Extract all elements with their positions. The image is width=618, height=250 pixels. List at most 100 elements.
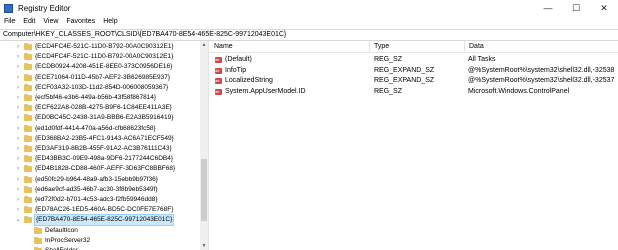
title-bar: Registry Editor — ☐ ✕ <box>0 0 618 18</box>
chevron-right-icon[interactable]: › <box>15 73 21 83</box>
value-row[interactable]: LocalizedString REG_EXPAND_SZ @%SystemRoot… <box>210 76 618 86</box>
menu-view[interactable]: View <box>39 17 62 25</box>
value-name[interactable]: System.AppUserModel.ID <box>225 87 367 97</box>
chevron-right-icon[interactable]: › <box>15 113 21 123</box>
key-tree-pane[interactable]: › {ECD4FC4E-521C-11D0-B792-00A0C90312E1} ›… <box>0 41 209 250</box>
folder-icon <box>24 73 32 81</box>
chevron-right-icon[interactable]: › <box>15 195 21 205</box>
tree-key-label[interactable]: {ECE71064-011D-45b7-AEF2-3B626985E937} <box>35 73 170 83</box>
string-value-icon <box>215 55 222 65</box>
chevron-right-icon[interactable]: › <box>15 62 21 72</box>
scrollbar-thumb[interactable] <box>201 159 207 221</box>
value-type: REG_SZ <box>374 56 403 63</box>
menu-edit[interactable]: Edit <box>19 17 39 25</box>
folder-icon <box>24 134 32 142</box>
tree-scrollbar[interactable]: ▲ ▼ <box>200 41 208 250</box>
value-row[interactable]: System.AppUserModel.ID REG_SZ Microsoft.Wi… <box>210 87 618 97</box>
folder-icon <box>24 155 32 163</box>
menu-favorites[interactable]: Favorites <box>62 17 99 25</box>
tree-key-label[interactable]: {ed72f0d2-b701-4c53-adc3-f2fb59946dd8} <box>35 195 158 205</box>
value-data: @%SystemRoot%\system32\shell32.dll,-3253… <box>468 66 615 74</box>
header-divider <box>210 52 618 53</box>
registry-app-icon <box>4 4 13 13</box>
tree-key-label[interactable]: {ED3AF319-8B2B-455F-91A2-AC3B76111C43} <box>35 144 172 154</box>
folder-icon <box>24 94 32 101</box>
tree-key-label[interactable]: {ECF622A8-028B-4275-B9F6-1C84EE411A3E} <box>35 103 172 113</box>
value-name[interactable]: LocalizedString <box>225 76 367 86</box>
maximize-button[interactable]: ☐ <box>562 0 590 17</box>
chevron-right-icon[interactable]: › <box>15 103 21 113</box>
scroll-down-arrow-icon[interactable]: ▼ <box>200 242 208 250</box>
folder-icon <box>24 196 32 203</box>
tree-key-label[interactable]: InProcServer32 <box>45 236 90 246</box>
chevron-right-icon[interactable]: › <box>15 144 21 154</box>
tree-key-label[interactable]: {ECD4FC4F-521C-11D0-B792-00A0C90312E1} <box>35 52 173 62</box>
folder-icon <box>24 145 32 152</box>
chevron-right-icon[interactable]: › <box>15 175 21 185</box>
value-row[interactable]: (Default) REG_SZ All Tasks <box>210 55 618 65</box>
value-name[interactable]: (Default) <box>225 55 367 65</box>
chevron-right-icon[interactable]: › <box>15 205 21 215</box>
value-data: Microsoft.Windows.ControlPanel <box>468 87 570 95</box>
chevron-down-icon[interactable]: ⌄ <box>15 215 21 225</box>
chevron-right-icon[interactable]: › <box>15 185 21 195</box>
column-header-name[interactable]: Name <box>210 41 370 52</box>
value-type: REG_EXPAND_SZ <box>374 66 435 74</box>
tree-key-label[interactable]: DefaultIcon <box>45 226 78 236</box>
chevron-right-icon[interactable]: › <box>15 83 21 93</box>
folder-icon <box>24 53 32 61</box>
tree-key-label[interactable]: {ECF03A32-103D-11d2-854D-006008059367} <box>35 83 168 93</box>
tree-key-label[interactable]: {ED4B1828-CD88-460F-AEFF-3D63FC8BBF68} <box>35 164 175 174</box>
chevron-right-icon[interactable]: › <box>15 42 21 52</box>
folder-icon <box>24 175 32 183</box>
tree-key-label[interactable]: {ecf5bf46-e3b6-449a-b56b-43f58f867814} <box>35 93 156 103</box>
chevron-right-icon[interactable]: › <box>15 93 21 103</box>
tree-key-label[interactable]: {ed50fc29-b964-48a9-afb3-15ebb9b97f36} <box>35 175 158 185</box>
folder-icon <box>24 185 32 193</box>
folder-icon <box>34 226 42 234</box>
folder-icon <box>24 43 32 50</box>
folder-icon <box>24 206 32 214</box>
values-pane[interactable]: Name Type Data (Default) REG_SZ All Tasks I… <box>210 41 618 250</box>
tree-key-label[interactable]: {ed1d0fdf-4414-470a-a56d-cfb68623fc58} <box>35 124 156 134</box>
folder-icon <box>24 114 32 122</box>
chevron-right-icon[interactable]: › <box>15 164 21 174</box>
menu-bar: File Edit View Favorites Help <box>0 17 618 29</box>
string-value-icon <box>215 66 222 76</box>
column-header-data[interactable]: Data <box>465 41 618 52</box>
chevron-right-icon[interactable]: › <box>15 154 21 164</box>
folder-icon <box>24 165 32 173</box>
value-row[interactable]: InfoTip REG_EXPAND_SZ @%SystemRoot%\system… <box>210 66 618 76</box>
menu-help[interactable]: Help <box>99 17 121 25</box>
tree-key-label[interactable]: {ED7BA470-8E54-465E-825C-99712043E01C} <box>33 214 175 227</box>
address-bar[interactable]: Computer\HKEY_CLASSES_ROOT\CLSID\{ED7BA4… <box>0 29 618 41</box>
tree-key-label[interactable]: {ED368BA2-23B5-4FC1-9143-AC6A71ECF549} <box>35 134 174 144</box>
tree-key-label[interactable]: ShellFolder <box>45 246 78 250</box>
chevron-right-icon[interactable]: › <box>15 124 21 134</box>
tree-key-label[interactable]: {ECD4FC4E-521C-11D0-B792-00A0C90312E1} <box>35 42 174 52</box>
folder-icon <box>24 216 32 224</box>
tree-key-label[interactable]: {ED43BB3C-09E9-498a-9DF6-2177244C6DB4} <box>35 154 173 164</box>
tree-key-label[interactable]: {ed6ae9cf-ad35-46b7-ac30-3f8b9eb5349f} <box>35 185 158 195</box>
folder-icon <box>34 236 42 244</box>
tree-key-label[interactable]: {ED78AC26-1ED5-460A-BD5C-DC0FE7E768F} <box>35 205 173 215</box>
tree-key-label[interactable]: {ECDB0924-4208-451E-8EE0-373C0956DE16} <box>35 62 172 72</box>
column-header-type[interactable]: Type <box>370 41 465 52</box>
tree-key-label[interactable]: {ED0BC45C-2438-31A9-BBB6-E2A3B5916419} <box>35 113 173 123</box>
minimize-button[interactable]: — <box>534 0 562 17</box>
chevron-right-icon[interactable]: › <box>15 134 21 144</box>
value-data: All Tasks <box>468 56 496 63</box>
folder-icon <box>24 63 32 71</box>
address-path[interactable]: Computer\HKEY_CLASSES_ROOT\CLSID\{ED7BA4… <box>3 31 286 38</box>
scroll-up-arrow-icon[interactable]: ▲ <box>200 41 208 49</box>
value-data: @%SystemRoot%\system32\shell32.dll,-3253… <box>468 77 615 84</box>
menu-file[interactable]: File <box>0 17 19 25</box>
value-name[interactable]: InfoTip <box>225 66 367 76</box>
folder-icon <box>24 104 32 112</box>
string-value-icon <box>215 76 222 86</box>
folder-icon <box>24 83 32 91</box>
value-type: REG_SZ <box>374 87 403 95</box>
chevron-right-icon[interactable]: › <box>15 52 21 62</box>
close-button[interactable]: ✕ <box>590 0 618 17</box>
value-type: REG_EXPAND_SZ <box>374 77 435 84</box>
